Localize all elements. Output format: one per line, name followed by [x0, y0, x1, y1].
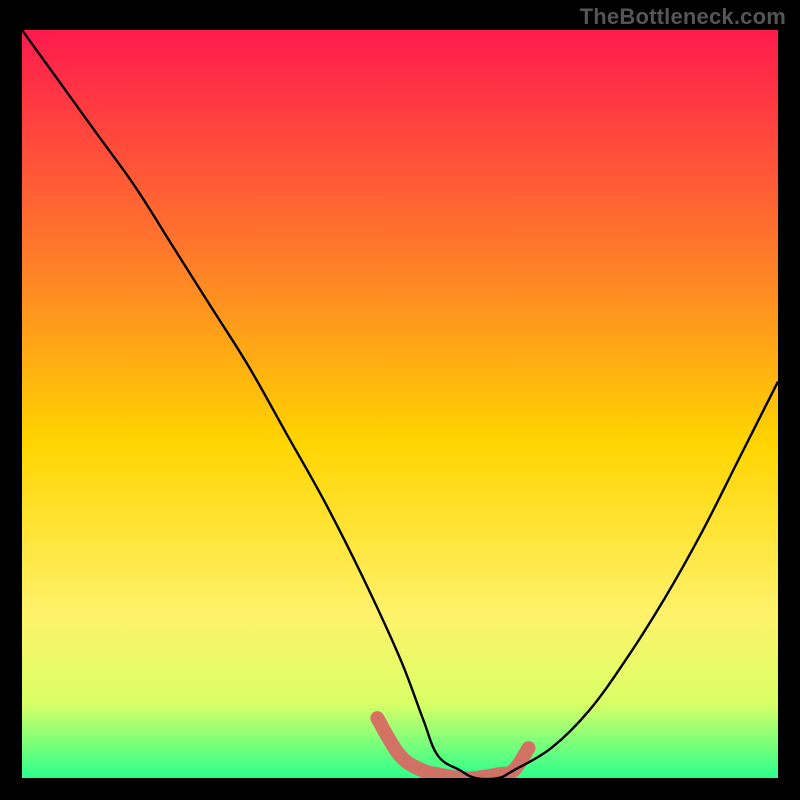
stage: TheBottleneck.com — [0, 0, 800, 800]
watermark-text: TheBottleneck.com — [580, 4, 786, 30]
bottleneck-plot — [22, 30, 778, 778]
chart-svg — [22, 30, 778, 778]
gradient-background — [22, 30, 778, 778]
